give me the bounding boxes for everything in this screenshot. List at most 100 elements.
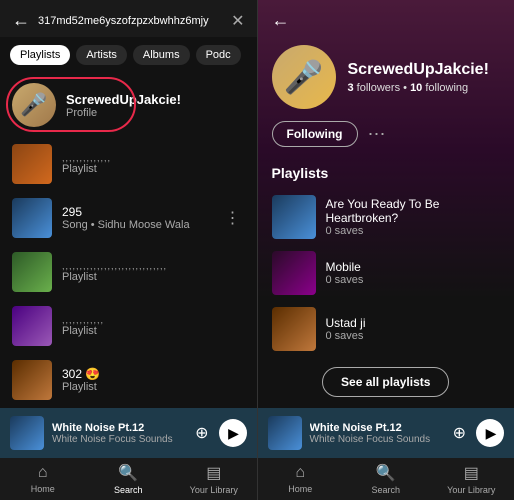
back-button[interactable]: ← — [12, 10, 30, 31]
nav-library[interactable]: ▤ Your Library — [171, 463, 257, 495]
left-panel: ← 317md52me6yszofzpzxbwhhz6mjy ✕ Playlis… — [0, 0, 257, 500]
right-search-icon: 🔍 — [376, 463, 396, 483]
tab-podcasts[interactable]: Podc — [196, 45, 241, 65]
playlist-thumbnail — [272, 307, 316, 351]
item-thumbnail — [12, 144, 52, 184]
right-avatar: 🎤 — [272, 45, 336, 109]
avatar: 🎤 — [12, 83, 56, 127]
add-to-queue-icon[interactable]: ⊕ — [195, 423, 208, 443]
item-thumbnail — [12, 252, 52, 292]
playlist-name: Are You Ready To Be Heartbroken? — [326, 197, 501, 225]
right-header: ← — [258, 0, 514, 37]
more-button[interactable]: ⋮ — [221, 206, 245, 230]
item-title: ,,,,,,,,,,,,,, — [62, 153, 245, 163]
item-sub: Playlist — [62, 271, 245, 283]
item-title: 295 — [62, 205, 211, 219]
now-playing-title: White Noise Pt.12 — [52, 422, 187, 434]
followers-count: 3 — [348, 82, 354, 94]
item-thumbnail — [12, 360, 52, 400]
following-count: 10 — [410, 82, 422, 94]
right-nav-library[interactable]: ▤ Your Library — [429, 463, 514, 495]
right-panel: ← 🎤 ScrewedUpJakcie! 3 followers • 10 fo… — [258, 0, 514, 500]
see-all-playlists-button[interactable]: See all playlists — [322, 367, 449, 397]
now-playing-bar[interactable]: White Noise Pt.12 White Noise Focus Soun… — [0, 408, 257, 458]
playlist-thumbnail — [272, 251, 316, 295]
right-user-info: ScrewedUpJakcie! 3 followers • 10 follow… — [348, 60, 501, 94]
item-sub: Playlist — [62, 381, 245, 393]
left-header: ← 317md52me6yszofzpzxbwhhz6mjy ✕ — [0, 0, 257, 37]
tab-artists[interactable]: Artists — [76, 45, 127, 65]
now-playing-controls: ⊕ ▶ — [195, 419, 246, 447]
list-item[interactable]: ,,,,,,,,,,,,,, Playlist — [0, 137, 257, 191]
item-sub: Song • Sidhu Moose Wala — [62, 219, 211, 231]
play-button[interactable]: ▶ — [219, 419, 247, 447]
nav-search[interactable]: 🔍 Search — [86, 463, 172, 495]
item-thumbnail — [12, 198, 52, 238]
list-item[interactable]: 295 Song • Sidhu Moose Wala ⋮ — [0, 191, 257, 245]
profile-section[interactable]: 🎤 ScrewedUpJakcie! Profile — [0, 73, 257, 137]
playlist-info: Mobile 0 saves — [326, 260, 501, 286]
item-info: 295 Song • Sidhu Moose Wala — [62, 205, 211, 231]
playlist-item[interactable]: Mobile 0 saves — [258, 245, 514, 301]
playlist-saves: 0 saves — [326, 330, 501, 342]
right-now-playing-thumbnail — [268, 416, 302, 450]
library-icon: ▤ — [206, 463, 221, 483]
item-info: ,,,,,,,,,,,,,,,,,,,,,,,,,,,,,, Playlist — [62, 261, 245, 283]
right-nav-library-label: Your Library — [447, 485, 495, 495]
item-info: 302 😍 Playlist — [62, 367, 245, 393]
tab-playlists[interactable]: Playlists — [10, 45, 70, 65]
playlist-item[interactable]: Ustad ji 0 saves — [258, 301, 514, 357]
right-now-playing-info: White Noise Pt.12 White Noise Focus Soun… — [310, 422, 445, 445]
right-add-to-queue-icon[interactable]: ⊕ — [453, 423, 466, 443]
right-now-playing-title: White Noise Pt.12 — [310, 422, 445, 434]
playlist-name: Mobile — [326, 260, 501, 274]
list-item[interactable]: 302 😍 Playlist — [0, 353, 257, 407]
tab-albums[interactable]: Albums — [133, 45, 190, 65]
right-username: ScrewedUpJakcie! — [348, 60, 501, 79]
right-followers: 3 followers • 10 following — [348, 82, 501, 94]
right-nav-search[interactable]: 🔍 Search — [343, 463, 429, 495]
item-title: ,,,,,,,,,,,,,,,,,,,,,,,,,,,,,, — [62, 261, 245, 271]
right-play-button[interactable]: ▶ — [476, 419, 504, 447]
playlist-item[interactable]: Are You Ready To Be Heartbroken? 0 saves — [258, 189, 514, 245]
now-playing-thumbnail — [10, 416, 44, 450]
filter-tabs: Playlists Artists Albums Podc — [0, 37, 257, 73]
right-now-playing-controls: ⊕ ▶ — [453, 419, 504, 447]
right-library-icon: ▤ — [464, 463, 479, 483]
right-now-playing-bar[interactable]: White Noise Pt.12 White Noise Focus Soun… — [258, 408, 514, 458]
item-title: 302 😍 — [62, 367, 245, 381]
home-icon: ⌂ — [38, 464, 48, 482]
list-item[interactable]: ,,,,,,,,,,,,,,,,,,,,,,,,,,,,,, Playlist — [0, 245, 257, 299]
more-options-button[interactable]: ⋯ — [368, 124, 386, 145]
playlist-thumbnail — [272, 195, 316, 239]
playlist-info: Ustad ji 0 saves — [326, 316, 501, 342]
profile-name: ScrewedUpJakcie! — [66, 92, 245, 107]
close-button[interactable]: ✕ — [231, 11, 244, 31]
play-icon: ▶ — [228, 425, 239, 442]
playlists-section-title: Playlists — [258, 159, 514, 189]
item-sub: Playlist — [62, 163, 245, 175]
right-profile-section: 🎤 ScrewedUpJakcie! 3 followers • 10 foll… — [258, 37, 514, 121]
item-thumbnail — [12, 306, 52, 346]
list-item[interactable]: ,,,,,,,,,,,, Playlist — [0, 299, 257, 353]
right-now-playing-sub: White Noise Focus Sounds — [310, 434, 445, 445]
now-playing-sub: White Noise Focus Sounds — [52, 434, 187, 445]
playlist-saves: 0 saves — [326, 225, 501, 237]
item-title: ,,,,,,,,,,,, — [62, 315, 245, 325]
item-info: ,,,,,,,,,,,, Playlist — [62, 315, 245, 337]
right-play-icon: ▶ — [486, 425, 497, 442]
header-id: 317md52me6yszofzpzxbwhhz6mjy — [38, 15, 209, 27]
playlist-name: Ustad ji — [326, 316, 501, 330]
playlist-saves: 0 saves — [326, 274, 501, 286]
nav-home[interactable]: ⌂ Home — [0, 464, 86, 494]
following-button[interactable]: Following — [272, 121, 358, 147]
profile-info: ScrewedUpJakcie! Profile — [66, 92, 245, 119]
right-home-icon: ⌂ — [295, 464, 305, 482]
bottom-nav: ⌂ Home 🔍 Search ▤ Your Library — [0, 458, 257, 500]
right-back-button[interactable]: ← — [272, 10, 290, 31]
item-info: ,,,,,,,,,,,,,, Playlist — [62, 153, 245, 175]
left-header-left: ← 317md52me6yszofzpzxbwhhz6mjy — [12, 10, 209, 31]
now-playing-info: White Noise Pt.12 White Noise Focus Soun… — [52, 422, 187, 445]
playlist-info: Are You Ready To Be Heartbroken? 0 saves — [326, 197, 501, 237]
right-nav-home[interactable]: ⌂ Home — [258, 464, 344, 494]
